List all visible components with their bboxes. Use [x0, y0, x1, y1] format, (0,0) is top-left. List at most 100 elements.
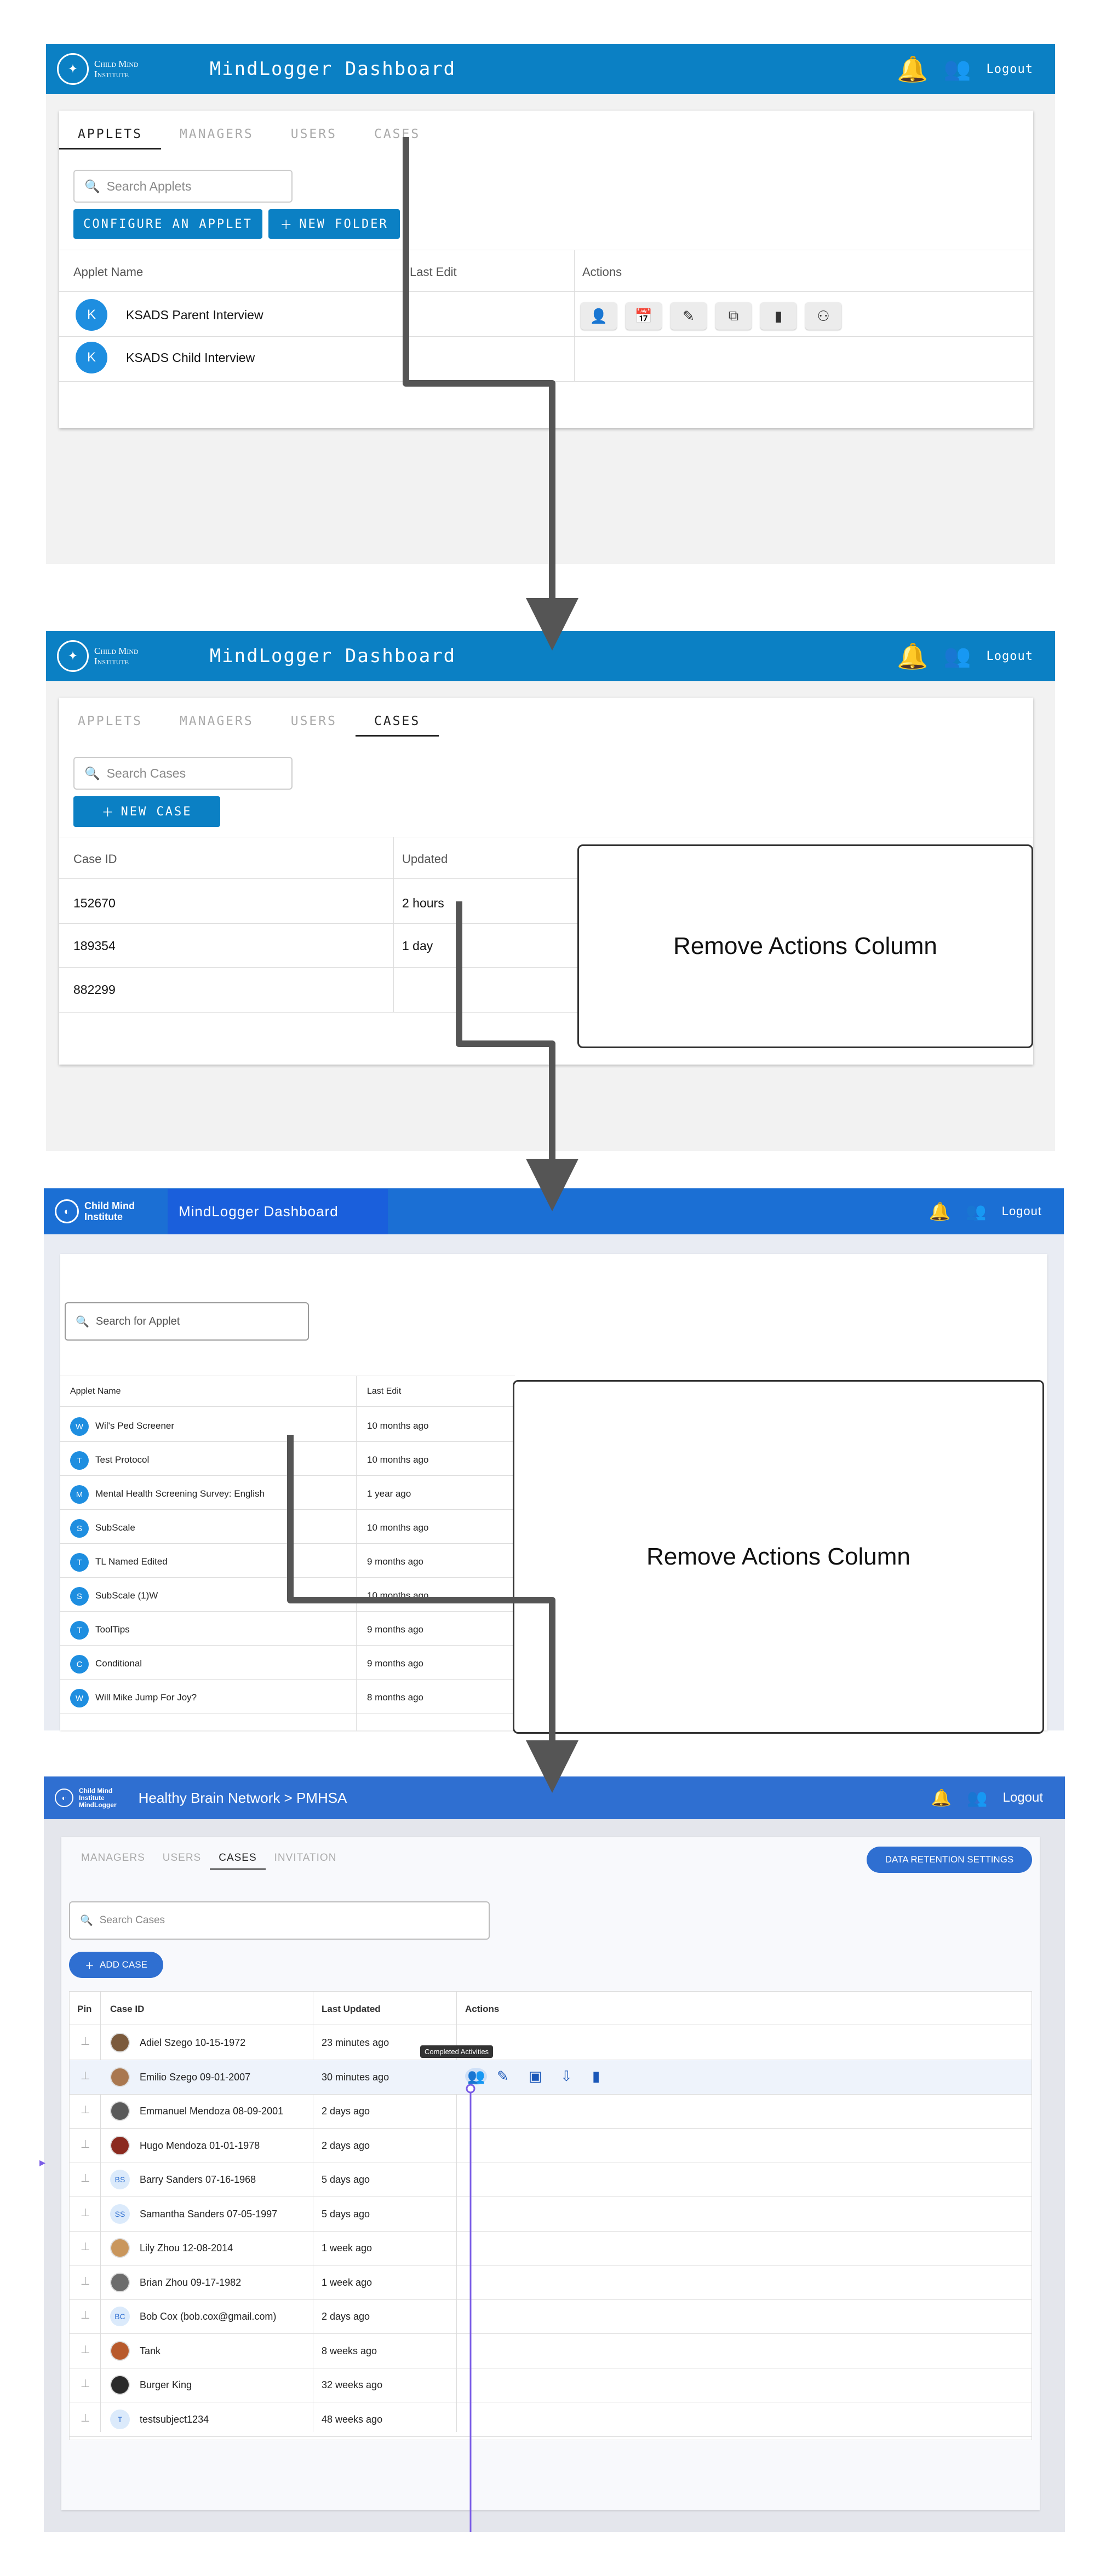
- bell-icon[interactable]: 🔔: [897, 643, 928, 669]
- bell-icon[interactable]: 🔔: [897, 56, 928, 82]
- row-divider: [60, 1679, 515, 1680]
- logo-mark-icon: ◐: [55, 1789, 73, 1807]
- search-cases-input[interactable]: 🔍 Search Cases: [69, 1901, 490, 1940]
- edit-icon[interactable]: ✎: [671, 302, 707, 330]
- row-divider: [60, 1475, 515, 1476]
- case-name[interactable]: Bob Cox (bob.cox@gmail.com): [140, 2311, 276, 2322]
- case-name[interactable]: Emmanuel Mendoza 08-09-2001: [140, 2106, 283, 2117]
- configure-applet-button[interactable]: CONFIGURE AN APPLET: [73, 209, 262, 239]
- pin-icon[interactable]: ⊥: [81, 2137, 90, 2151]
- applet-name[interactable]: SubScale: [95, 1522, 135, 1533]
- case-name[interactable]: Adiel Szego 10-15-1972: [140, 2037, 245, 2049]
- case-name[interactable]: Emilio Szego 09-01-2007: [140, 2072, 250, 2083]
- tab-users[interactable]: USERS: [154, 1852, 210, 1870]
- case-id[interactable]: 882299: [73, 982, 116, 997]
- cases-card: MANAGERS USERS CASES INVITATION DATA RET…: [61, 1837, 1040, 2510]
- delete-icon[interactable]: ▮: [592, 2068, 600, 2085]
- pin-icon[interactable]: ⊥: [81, 2274, 90, 2288]
- logo: ◐ Child Mind Institute: [55, 1199, 135, 1223]
- applet-name[interactable]: Conditional: [95, 1658, 142, 1669]
- pin-icon[interactable]: ⊥: [81, 2069, 90, 2083]
- row-divider: [60, 1713, 515, 1714]
- applet-last-edit: 10 months ago: [367, 1421, 429, 1431]
- tab-applets[interactable]: APPLETS: [59, 714, 161, 737]
- case-id[interactable]: 189354: [73, 939, 116, 953]
- data-retention-button[interactable]: DATA RETENTION SETTINGS: [867, 1847, 1032, 1873]
- edit-icon[interactable]: ✎: [497, 2068, 509, 2085]
- case-name[interactable]: Barry Sanders 07-16-1968: [140, 2174, 256, 2186]
- applet-name[interactable]: Wil's Ped Screener: [95, 1421, 174, 1431]
- account-icon[interactable]: ▣: [529, 2068, 542, 2085]
- applet-last-edit: 9 months ago: [367, 1556, 424, 1567]
- logout-link[interactable]: Logout: [987, 649, 1033, 663]
- tab-managers[interactable]: MANAGERS: [61, 1852, 154, 1870]
- case-last-updated: 48 weeks ago: [322, 2413, 383, 2425]
- applet-name[interactable]: Test Protocol: [95, 1454, 149, 1465]
- case-name[interactable]: Burger King: [140, 2379, 192, 2391]
- search-cases-input[interactable]: 🔍 Search Cases: [73, 757, 293, 790]
- case-id[interactable]: 152670: [73, 896, 116, 911]
- tab-managers[interactable]: MANAGERS: [161, 714, 272, 737]
- transfer-icon[interactable]: ⚇: [805, 302, 841, 330]
- case-name[interactable]: Hugo Mendoza 01-01-1978: [140, 2140, 260, 2152]
- logo-line: Institute: [84, 1211, 123, 1222]
- applet-name[interactable]: ToolTips: [95, 1624, 130, 1635]
- new-case-button[interactable]: ＋ NEW CASE: [73, 796, 220, 827]
- pin-icon[interactable]: ⊥: [81, 2103, 90, 2117]
- duplicate-icon[interactable]: ⧉: [715, 302, 752, 330]
- pin-icon[interactable]: ⊥: [81, 2171, 90, 2185]
- users-icon[interactable]: 👥: [967, 1789, 987, 1808]
- users-icon[interactable]: 👥: [966, 1202, 986, 1221]
- tab-users[interactable]: USERS: [272, 127, 356, 150]
- applet-name[interactable]: Will Mike Jump For Joy?: [95, 1692, 197, 1703]
- search-applets-input[interactable]: 🔍 Search Applets: [73, 170, 293, 203]
- logout-link[interactable]: Logout: [1003, 1790, 1043, 1806]
- tab-cases[interactable]: CASES: [356, 127, 439, 150]
- new-folder-button[interactable]: ＋ NEW FOLDER: [268, 209, 400, 239]
- applet-name[interactable]: TL Named Edited: [95, 1556, 168, 1567]
- pin-icon[interactable]: ⊥: [81, 2206, 90, 2220]
- breadcrumb[interactable]: Healthy Brain Network > PMHSA: [139, 1790, 347, 1807]
- applet-name[interactable]: KSADS Child Interview: [126, 350, 255, 365]
- tab-applets[interactable]: APPLETS: [59, 127, 161, 150]
- pin-icon[interactable]: ⊥: [81, 2377, 90, 2390]
- tab-cases[interactable]: CASES: [355, 714, 439, 737]
- search-applet-input[interactable]: 🔍 Search for Applet: [65, 1302, 309, 1341]
- avatar: BS: [110, 2170, 130, 2189]
- pin-icon[interactable]: ⊥: [81, 2240, 90, 2253]
- case-name[interactable]: Brian Zhou 09-17-1982: [140, 2277, 241, 2288]
- applet-name[interactable]: Mental Health Screening Survey: English: [95, 1488, 265, 1499]
- pin-icon[interactable]: ⊥: [81, 2343, 90, 2356]
- pin-icon[interactable]: ⊥: [81, 2034, 90, 2048]
- applet-last-edit: 8 months ago: [367, 1692, 424, 1703]
- completed-activities-icon[interactable]: 👥: [465, 2067, 488, 2085]
- applet-name[interactable]: KSADS Parent Interview: [126, 308, 263, 323]
- logout-link[interactable]: Logout: [1002, 1204, 1042, 1218]
- row-divider: [70, 2333, 1031, 2334]
- case-name[interactable]: testsubject1234: [140, 2414, 209, 2425]
- delete-icon[interactable]: ▮: [760, 302, 796, 330]
- users-icon[interactable]: 👥: [944, 645, 971, 667]
- person-icon[interactable]: 👤: [581, 302, 617, 330]
- pin-icon[interactable]: ⊥: [81, 2411, 90, 2425]
- tab-cases[interactable]: CASES: [210, 1852, 266, 1870]
- tab-managers[interactable]: MANAGERS: [161, 127, 272, 150]
- add-case-button[interactable]: ＋ ADD CASE: [69, 1952, 163, 1978]
- avatar: T: [110, 2409, 130, 2429]
- tab-users[interactable]: USERS: [272, 714, 356, 737]
- users-icon[interactable]: 👥: [944, 58, 971, 80]
- applet-name[interactable]: SubScale (1)W: [95, 1590, 158, 1601]
- case-name[interactable]: Samantha Sanders 07-05-1997: [140, 2209, 277, 2220]
- case-name[interactable]: Lily Zhou 12-08-2014: [140, 2242, 233, 2254]
- calendar-icon[interactable]: 📅: [626, 302, 662, 330]
- tab-invitation[interactable]: INVITATION: [266, 1852, 346, 1870]
- pin-icon[interactable]: ⊥: [81, 2308, 90, 2322]
- bell-icon[interactable]: 🔔: [931, 1789, 952, 1808]
- bell-icon[interactable]: 🔔: [929, 1201, 951, 1222]
- avatar: SS: [110, 2204, 130, 2224]
- export-icon[interactable]: ⇩: [560, 2068, 572, 2085]
- row-divider: [70, 2128, 1031, 2129]
- case-name[interactable]: Tank: [140, 2345, 161, 2357]
- annotation-remove-actions: Remove Actions Column: [577, 844, 1033, 1048]
- logout-link[interactable]: Logout: [987, 62, 1033, 76]
